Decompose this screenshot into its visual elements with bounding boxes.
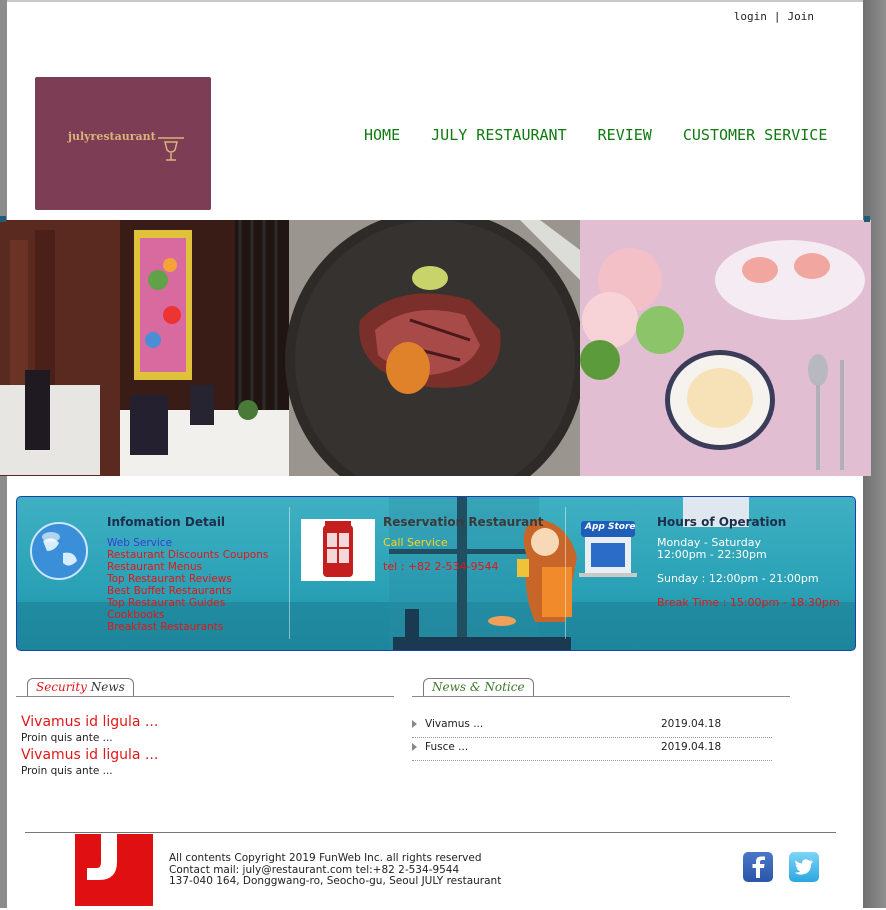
footer-rule	[25, 832, 836, 833]
footer-copyright: All contents Copyright 2019 FunWeb Inc. …	[169, 852, 482, 864]
link-cookbooks[interactable]: Cookbooks	[107, 609, 268, 621]
hours-break-time: Break Time : 15:00pm - 18:30pm	[657, 596, 840, 609]
reservation-details: Call Service tel : +82 2-534-9544	[383, 537, 498, 573]
banner-corner	[864, 216, 870, 222]
info-strip: Infomation Detail Web Service Restaurant…	[16, 496, 856, 651]
twitter-icon[interactable]	[789, 852, 819, 882]
link-web-service[interactable]: Web Service	[107, 537, 268, 549]
link-discount-coupons[interactable]: Restaurant Discounts Coupons	[107, 549, 268, 561]
dessert-image	[580, 220, 871, 476]
main-nav: HOME JULY RESTAURANT REVIEW CUSTOMER SER…	[364, 126, 849, 144]
steak-image	[285, 220, 585, 476]
link-buffet-restaurants[interactable]: Best Buffet Restaurants	[107, 585, 268, 597]
security-news-tab-accent: Security	[36, 680, 87, 694]
notice-title[interactable]: Vivamus ...	[425, 718, 483, 730]
security-news-sub: Proin quis ante ...	[21, 732, 113, 744]
security-news-title[interactable]: Vivamus id ligula ...	[21, 747, 158, 763]
nav-home[interactable]: HOME	[364, 126, 400, 144]
login-link[interactable]: login	[734, 10, 767, 23]
nav-customer-service[interactable]: CUSTOMER SERVICE	[683, 126, 828, 144]
banner	[0, 216, 871, 476]
notice-row[interactable]: Fusce ... 2019.04.18	[412, 738, 772, 761]
tab-news-notice[interactable]: News & Notice	[423, 678, 534, 696]
banner-corner	[0, 216, 6, 222]
link-restaurant-menus[interactable]: Restaurant Menus	[107, 561, 268, 573]
hours-title: Hours of Operation	[657, 515, 787, 529]
hours-details: Monday - Saturday 12:00pm - 22:30pm Sund…	[657, 537, 840, 609]
notice-row[interactable]: Vivamus ... 2019.04.18	[412, 715, 772, 738]
nav-review[interactable]: REVIEW	[598, 126, 652, 144]
notice-date: 2019.04.18	[661, 718, 722, 730]
globe-icon	[30, 522, 88, 580]
logo-text: julyrestaurant	[68, 130, 156, 143]
join-link[interactable]: Join	[788, 10, 815, 23]
info-detail-title: Infomation Detail	[107, 515, 226, 529]
notice-rule	[412, 696, 790, 697]
dining-room-image	[0, 220, 289, 476]
nav-july-restaurant[interactable]: JULY RESTAURANT	[431, 126, 566, 144]
auth-separator: |	[773, 10, 781, 23]
footer-info: All contents Copyright 2019 FunWeb Inc. …	[169, 852, 502, 888]
info-divider	[289, 507, 290, 639]
site-logo[interactable]: julyrestaurant	[35, 77, 211, 210]
auth-links: login | Join	[734, 10, 814, 23]
notice-title[interactable]: Fusce ...	[425, 741, 468, 753]
phone-booth-icon	[301, 519, 375, 581]
wine-glass-icon	[158, 137, 184, 161]
arrow-right-icon	[412, 743, 417, 751]
info-divider	[565, 507, 566, 639]
facebook-icon[interactable]	[743, 852, 773, 882]
security-news-tab-label: News	[86, 680, 125, 694]
info-detail-links: Web Service Restaurant Discounts Coupons…	[107, 537, 268, 633]
footer-logo	[75, 834, 153, 906]
security-news-rule	[16, 696, 394, 697]
notice-date: 2019.04.18	[661, 741, 722, 753]
reservation-phone[interactable]: tel : +82 2-534-9544	[383, 561, 498, 573]
hours-weekday-time: 12:00pm - 22:30pm	[657, 548, 767, 561]
link-breakfast-restaurants[interactable]: Breakfast Restaurants	[107, 621, 268, 633]
app-store-icon[interactable]: App Store	[577, 517, 639, 579]
tab-security-news[interactable]: Security News	[27, 678, 134, 696]
call-service-label: Call Service	[383, 536, 448, 549]
reservation-title: Reservation Restaurant	[383, 515, 544, 529]
footer-address: 137-040 164, Donggwang-ro, Seocho-gu, Se…	[169, 875, 502, 887]
hours-sunday: Sunday : 12:00pm - 21:00pm	[657, 572, 819, 585]
link-restaurant-guides[interactable]: Top Restaurant Guides	[107, 597, 268, 609]
security-news-sub: Proin quis ante ...	[21, 765, 113, 777]
link-top-reviews[interactable]: Top Restaurant Reviews	[107, 573, 268, 585]
arrow-right-icon	[412, 720, 417, 728]
security-news-title[interactable]: Vivamus id ligula ...	[21, 714, 158, 730]
app-store-label: App Store	[585, 522, 636, 532]
